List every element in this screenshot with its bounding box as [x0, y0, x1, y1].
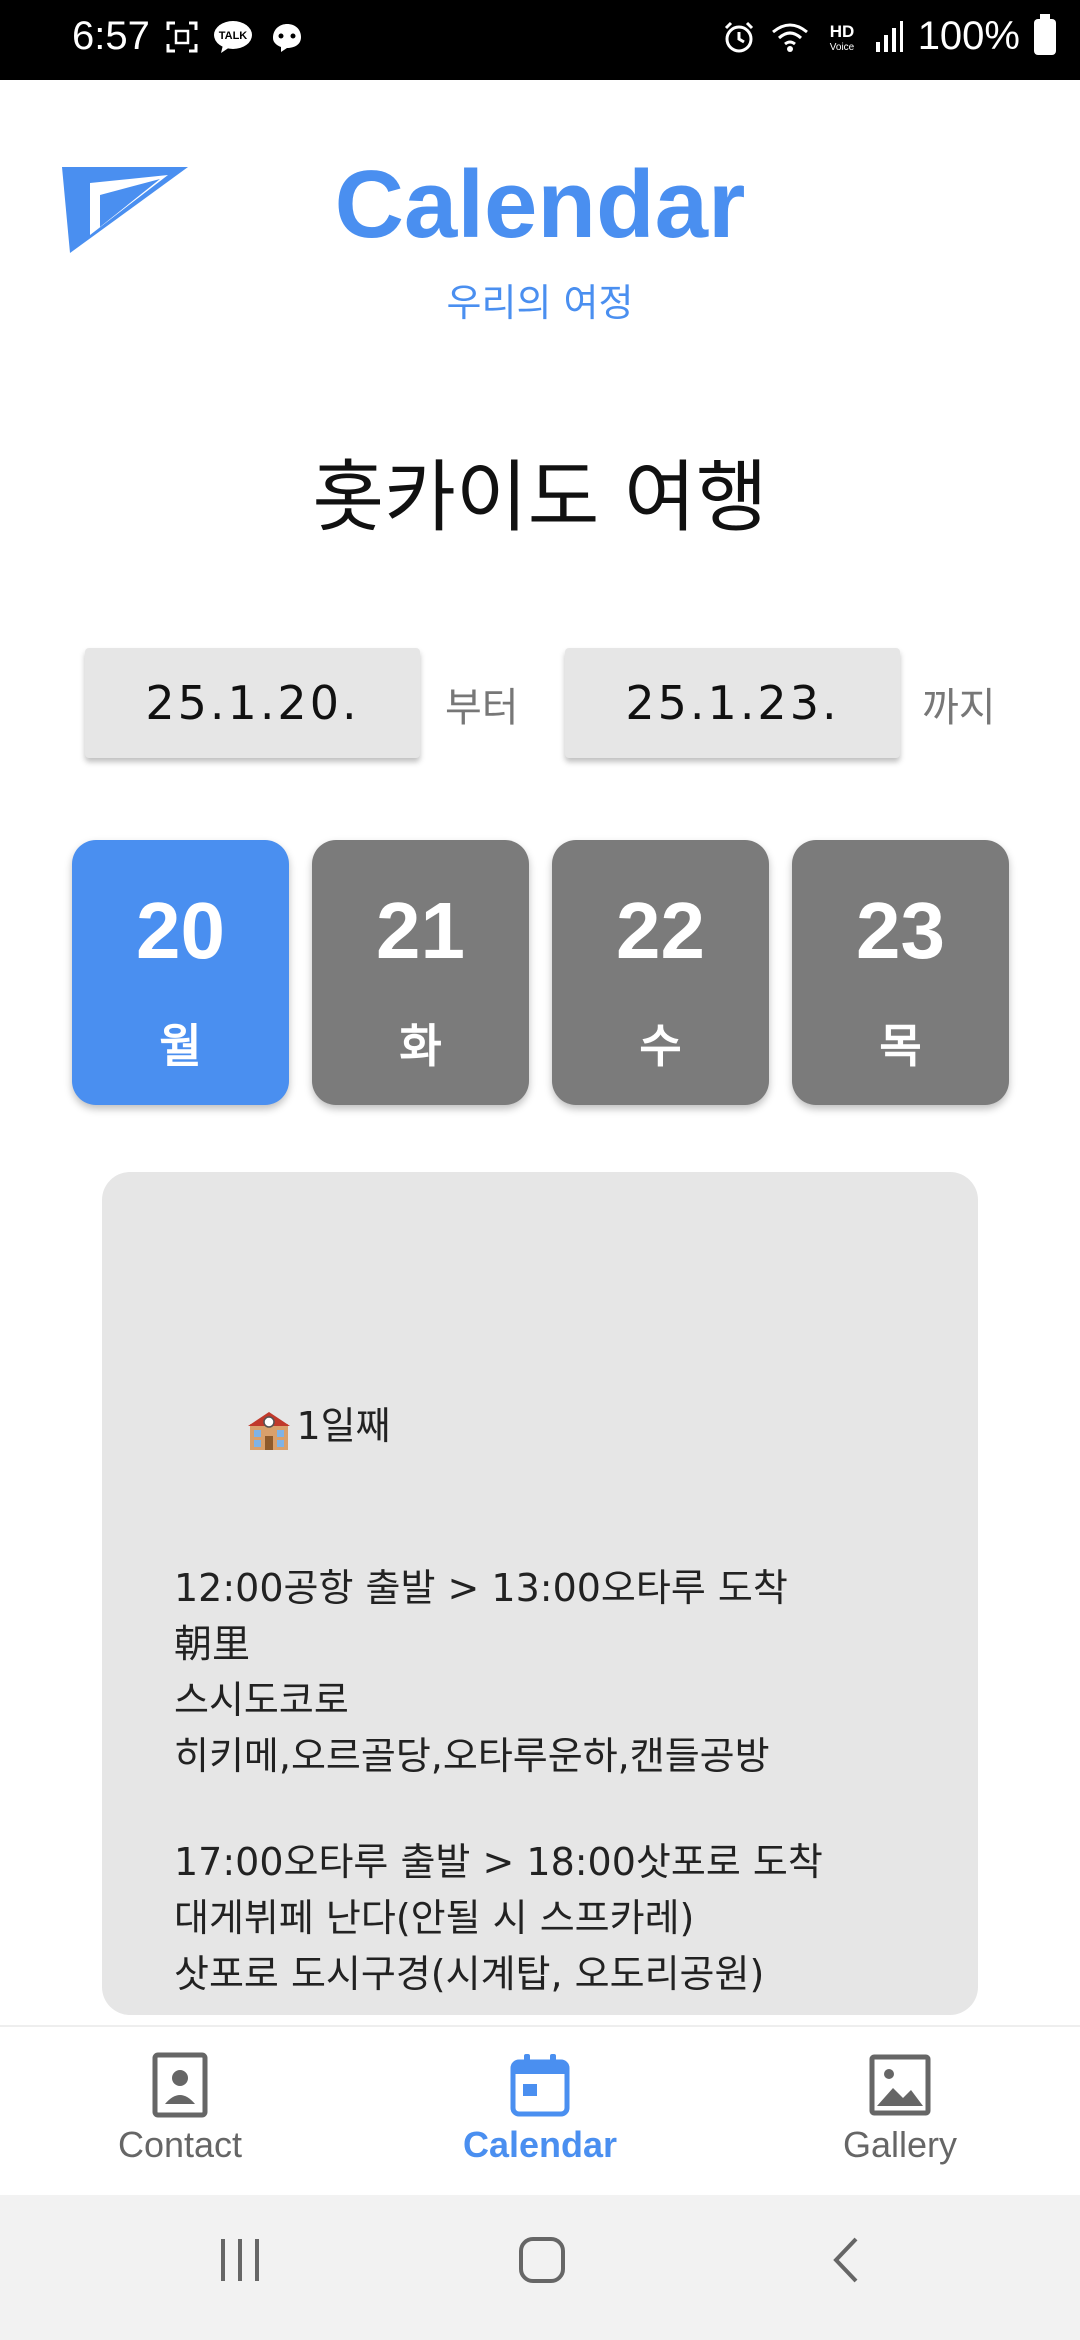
schedule-line: 17:00오타루 출발 > 18:00삿포로 도착 [174, 1840, 823, 1884]
hd-label: HD [829, 22, 854, 41]
recents-icon[interactable] [215, 2235, 265, 2285]
contact-icon [152, 2052, 208, 2118]
nav-contact[interactable]: Contact [30, 2052, 330, 2166]
schedule-line: 히키메,오르골당,오타루운하,캔들공방 [174, 1734, 770, 1778]
day-tab-20[interactable]: 20 월 [72, 840, 289, 1105]
schedule-line: 대게뷔페 난다(안될 시 스프카레) [174, 1896, 695, 1940]
screenshot-icon [166, 21, 198, 53]
day-number: 20 [136, 886, 225, 975]
day-of-week: 목 [879, 1019, 922, 1073]
hd-voice-icon: HD Voice [829, 22, 854, 53]
schedule-heading-text: 1일째 [296, 1404, 391, 1448]
wifi-icon [771, 23, 808, 52]
day-number: 22 [616, 886, 705, 975]
day-tab-22[interactable]: 22 수 [552, 840, 769, 1105]
status-bar: 6:57 TALK HD Voice 100% [0, 0, 1080, 80]
schedule-card[interactable]: 1일째 12:00공항 출발 > 13:00오타루 도착 朝里 스시도코로 히키… [102, 1172, 978, 2015]
notification-icon [273, 24, 301, 52]
school-icon [248, 1411, 291, 1450]
schedule-line: 朝里 [174, 1622, 251, 1666]
nav-gallery[interactable]: Gallery [750, 2052, 1050, 2166]
bottom-navigation: Contact Calendar Gallery [0, 2025, 1080, 2197]
start-date-suffix: 부터 [445, 685, 519, 731]
gallery-icon [869, 2054, 931, 2116]
schedule-line: 삿포로 도시구경(시계탑, 오도리공원) [174, 1952, 765, 1996]
alarm-icon [724, 21, 753, 52]
kakaotalk-icon: TALK [214, 21, 252, 53]
home-icon[interactable] [517, 2235, 567, 2285]
nav-calendar-label: Calendar [462, 2124, 618, 2165]
start-date-field[interactable]: 25.1.20. [85, 648, 420, 758]
day-number: 21 [376, 886, 465, 975]
nav-gallery-label: Gallery [842, 2124, 958, 2165]
day-of-week: 화 [399, 1019, 442, 1073]
schedule-line: 12:00공항 출발 > 13:00오타루 도착 [174, 1566, 788, 1610]
end-date-suffix: 까지 [922, 685, 996, 731]
schedule-spacer [174, 1510, 823, 1560]
day-of-week: 수 [639, 1019, 682, 1073]
nav-contact-label: Contact [117, 2124, 243, 2165]
app-title: Calendar [334, 151, 746, 258]
app-subtitle: 우리의 여정 [446, 281, 634, 325]
voice-label: Voice [829, 42, 854, 53]
kakaotalk-label: TALK [219, 30, 248, 42]
day-tab-23[interactable]: 23 목 [792, 840, 1009, 1105]
trip-title: 홋카이도 여행 [312, 453, 768, 543]
day-of-week: 월 [159, 1019, 202, 1073]
signal-icon [875, 20, 903, 52]
calendar-icon [510, 2054, 570, 2117]
schedule-heading: 1일째 [174, 1342, 823, 1510]
system-navigation-bar [0, 2195, 1080, 2340]
day-number: 23 [856, 886, 945, 975]
schedule-line: 스시도코로 [174, 1678, 349, 1722]
schedule-spacer [174, 1784, 823, 1834]
nav-calendar[interactable]: Calendar [390, 2052, 690, 2166]
status-time: 6:57 [72, 14, 150, 58]
back-icon[interactable] [826, 2235, 866, 2285]
battery-percent: 100% [917, 14, 1020, 58]
end-date-field[interactable]: 25.1.23. [565, 648, 900, 758]
battery-icon [1034, 13, 1056, 55]
day-tab-21[interactable]: 21 화 [312, 840, 529, 1105]
